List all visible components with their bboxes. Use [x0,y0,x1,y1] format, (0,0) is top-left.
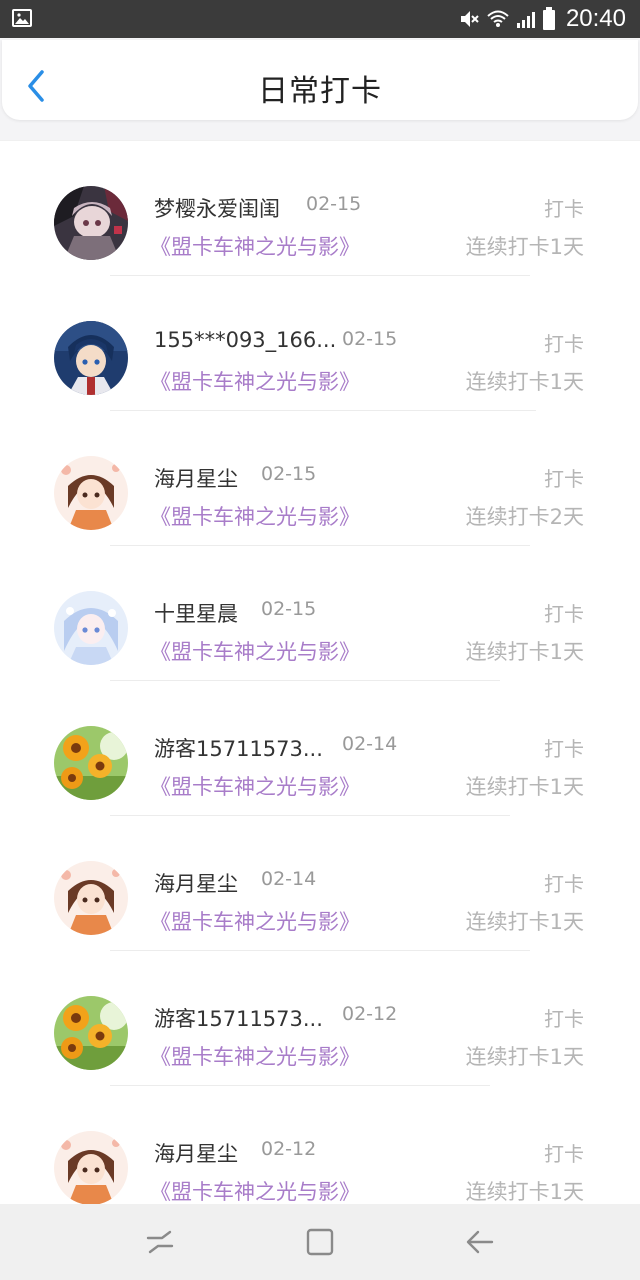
navigation-bar [0,1204,640,1280]
game-title[interactable]: 《盟卡车神之光与影》 [150,1041,360,1071]
checkin-date: 02-12 [261,1138,317,1160]
streak-count: 连续打卡2天 [465,505,584,529]
streak-count: 连续打卡1天 [465,1045,584,1069]
mute-icon [460,11,479,27]
streak-count: 连续打卡1天 [465,640,584,664]
checkin-date: 02-15 [306,193,362,215]
avatar[interactable] [54,996,128,1070]
username[interactable]: 游客15711573... [154,733,323,763]
streak-count: 连续打卡1天 [465,370,584,394]
username[interactable]: 海月星尘 [154,868,238,898]
checkin-action: 打卡 [544,1142,584,1166]
checkin-row[interactable]: 155***093_166... 02-15 打卡 《盟卡车神之光与影》 连续打… [0,276,640,411]
username[interactable]: 海月星尘 [154,1138,238,1168]
streak-count: 连续打卡1天 [465,910,584,934]
game-title[interactable]: 《盟卡车神之光与影》 [150,366,360,396]
checkin-action: 打卡 [544,197,584,221]
checkin-action: 打卡 [544,467,584,491]
checkin-action: 打卡 [544,602,584,626]
home-icon [306,1228,334,1256]
checkin-action: 打卡 [544,1007,584,1031]
game-title[interactable]: 《盟卡车神之光与影》 [150,636,360,666]
game-title[interactable]: 《盟卡车神之光与影》 [150,501,360,531]
battery-icon [542,7,555,30]
checkin-date: 02-12 [342,1003,398,1025]
checkin-date: 02-15 [342,328,398,350]
username[interactable]: 游客15711573... [154,1003,323,1033]
status-bar: 20:40 [0,0,640,38]
username[interactable]: 梦樱永爱闺闺 [154,193,280,223]
checkin-row[interactable]: 海月星尘 02-14 打卡 《盟卡车神之光与影》 连续打卡1天 [0,816,640,951]
checkin-action: 打卡 [544,332,584,356]
game-title[interactable]: 《盟卡车神之光与影》 [150,906,360,936]
recent-apps-button[interactable] [140,1222,180,1262]
avatar[interactable] [54,456,128,530]
avatar[interactable] [54,186,128,260]
recent-apps-icon [146,1230,174,1254]
checkin-row[interactable]: 梦樱永爱闺闺 02-15 打卡 《盟卡车神之光与影》 连续打卡1天 [0,141,640,276]
checkin-row[interactable]: 十里星晨 02-15 打卡 《盟卡车神之光与影》 连续打卡1天 [0,546,640,681]
system-back-button[interactable] [460,1222,500,1262]
avatar[interactable] [54,861,128,935]
checkin-date: 02-14 [261,868,317,890]
game-title[interactable]: 《盟卡车神之光与影》 [150,231,360,261]
gallery-icon [12,9,32,27]
back-arrow-icon [466,1230,494,1254]
checkin-action: 打卡 [544,872,584,896]
signal-icon [516,12,535,28]
username[interactable]: 155***093_166... [154,328,336,352]
avatar[interactable] [54,591,128,665]
game-title[interactable]: 《盟卡车神之光与影》 [150,1176,360,1204]
avatar[interactable] [54,726,128,800]
streak-count: 连续打卡1天 [465,235,584,259]
checkin-row[interactable]: 海月星尘 02-12 打卡 《盟卡车神之光与影》 连续打卡1天 [0,1086,640,1204]
wifi-icon [487,10,509,27]
checkin-date: 02-15 [261,463,317,485]
header: 日常打卡 [2,40,638,120]
avatar[interactable] [54,1131,128,1204]
checkin-row[interactable]: 游客15711573... 02-14 打卡 《盟卡车神之光与影》 连续打卡1天 [0,681,640,816]
avatar[interactable] [54,321,128,395]
home-button[interactable] [300,1222,340,1262]
checkin-action: 打卡 [544,737,584,761]
streak-count: 连续打卡1天 [465,775,584,799]
username[interactable]: 十里星晨 [154,598,238,628]
streak-count: 连续打卡1天 [465,1180,584,1204]
clock: 20:40 [565,5,626,32]
checkin-date: 02-14 [342,733,398,755]
username[interactable]: 海月星尘 [154,463,238,493]
checkin-row[interactable]: 海月星尘 02-15 打卡 《盟卡车神之光与影》 连续打卡2天 [0,411,640,546]
game-title[interactable]: 《盟卡车神之光与影》 [150,771,360,801]
page-title: 日常打卡 [258,74,382,109]
checkin-date: 02-15 [261,598,317,620]
checkin-row[interactable]: 游客15711573... 02-12 打卡 《盟卡车神之光与影》 连续打卡1天 [0,951,640,1086]
checkin-list[interactable]: 梦樱永爱闺闺 02-15 打卡 《盟卡车神之光与影》 连续打卡1天 155***… [0,140,640,1204]
